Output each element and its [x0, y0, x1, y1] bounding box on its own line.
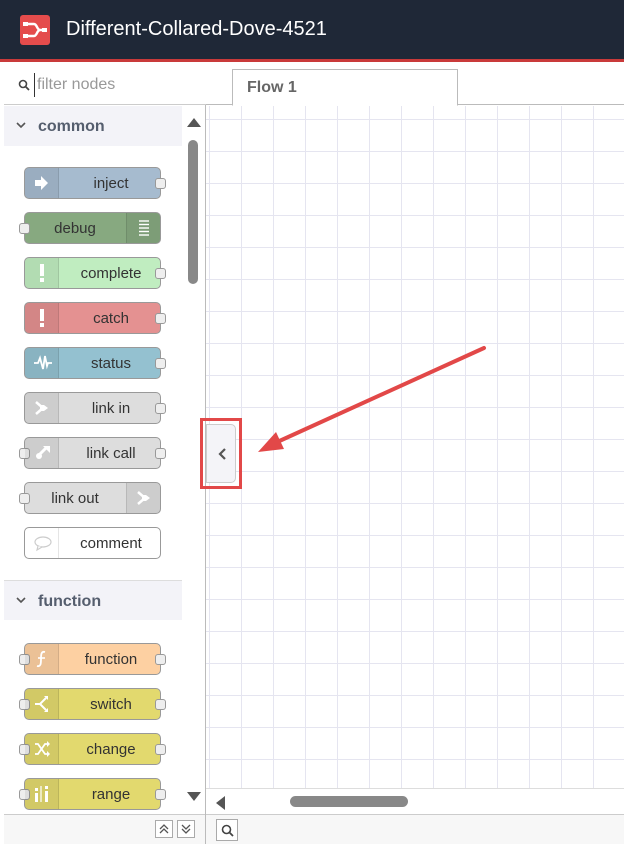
link-in-icon	[25, 393, 59, 423]
scroll-down-icon[interactable]	[187, 792, 201, 801]
palette-node-link-call[interactable]: link call	[19, 437, 166, 469]
palette-search-bar	[4, 65, 206, 105]
node-label: catch	[93, 310, 129, 327]
search-flows-button[interactable]	[216, 819, 238, 841]
search-icon	[18, 79, 30, 91]
node-label: change	[86, 741, 136, 758]
palette-node-switch[interactable]: switch	[19, 688, 166, 720]
scroll-up-icon[interactable]	[187, 118, 201, 127]
exclamation-icon	[25, 303, 59, 333]
palette-node-complete[interactable]: complete	[24, 257, 166, 289]
palette-node-status[interactable]: status	[24, 347, 166, 379]
output-port	[155, 268, 166, 279]
node-label: complete	[80, 265, 142, 282]
palette-node-catch[interactable]: catch	[24, 302, 166, 334]
node-label: link in	[91, 400, 131, 417]
output-port	[155, 448, 166, 459]
chevron-down-icon	[16, 597, 26, 604]
output-port	[155, 358, 166, 369]
workspace-tabs-bar: Flow 1	[206, 65, 624, 106]
node-label: inject	[93, 175, 129, 192]
output-port	[155, 403, 166, 414]
node-label: status	[90, 355, 132, 372]
expand-all-button[interactable]	[177, 820, 195, 838]
link-call-icon	[25, 438, 59, 468]
switch-icon	[25, 689, 59, 719]
app-window: Different-Collared-Dove-4521 common	[0, 0, 624, 844]
chevron-down-icon	[16, 122, 26, 129]
collapse-all-button[interactable]	[155, 820, 173, 838]
node-label: link call	[86, 445, 136, 462]
double-chevron-up-icon	[159, 824, 169, 834]
function-icon	[25, 644, 59, 674]
category-header-function[interactable]: function	[4, 580, 182, 620]
workspace-footer	[206, 814, 624, 844]
category-label: function	[38, 593, 102, 610]
pulse-icon	[25, 348, 59, 378]
palette-node-comment[interactable]: comment	[24, 527, 161, 559]
double-chevron-down-icon	[181, 824, 191, 834]
arrow-in-icon	[25, 168, 59, 198]
palette-node-link-out[interactable]: link out	[19, 482, 161, 514]
node-label: switch	[90, 696, 132, 713]
search-icon	[221, 824, 234, 837]
palette-node-list[interactable]: common inject debug complete catch statu…	[4, 106, 182, 812]
node-label: debug	[54, 220, 96, 237]
palette-footer	[4, 814, 205, 844]
palette-node-range[interactable]: range	[19, 778, 166, 810]
comment-icon	[25, 528, 59, 558]
node-red-logo-icon	[20, 15, 50, 45]
scrollbar-thumb[interactable]	[290, 796, 408, 807]
category-label: common	[38, 118, 105, 135]
flow-canvas[interactable]	[206, 106, 624, 788]
palette-node-function[interactable]: function	[19, 643, 166, 675]
shuffle-icon	[25, 734, 59, 764]
scrollbar-thumb[interactable]	[188, 140, 198, 284]
filter-nodes-input[interactable]	[34, 73, 204, 97]
category-body-common: inject debug complete catch status link …	[4, 146, 182, 580]
output-port	[155, 313, 166, 324]
highlight-box	[200, 418, 242, 489]
palette-node-inject[interactable]: inject	[24, 167, 166, 199]
node-label: link out	[51, 490, 99, 507]
palette-node-change[interactable]: change	[19, 733, 166, 765]
output-port	[155, 789, 166, 800]
node-palette: common inject debug	[0, 65, 206, 844]
output-port	[155, 654, 166, 665]
output-port	[155, 699, 166, 710]
list-icon	[126, 213, 160, 243]
output-port	[155, 178, 166, 189]
header-bar: Different-Collared-Dove-4521	[0, 0, 624, 62]
palette-node-debug[interactable]: debug	[19, 212, 161, 244]
category-body-function: function switch change range	[4, 620, 182, 812]
node-label: function	[84, 651, 138, 668]
tab-flow-1[interactable]: Flow 1	[232, 69, 458, 106]
canvas-horizontal-scrollbar[interactable]	[206, 788, 624, 814]
output-port	[155, 744, 166, 755]
scroll-left-icon[interactable]	[216, 796, 225, 810]
range-icon	[25, 779, 59, 809]
node-label: comment	[80, 535, 142, 552]
exclamation-icon	[25, 258, 59, 288]
tab-label: Flow 1	[247, 79, 297, 96]
node-label: range	[91, 786, 131, 803]
app-title: Different-Collared-Dove-4521	[66, 18, 327, 40]
link-out-icon	[126, 483, 160, 513]
category-header-common[interactable]: common	[4, 106, 182, 146]
palette-node-link-in[interactable]: link in	[24, 392, 166, 424]
